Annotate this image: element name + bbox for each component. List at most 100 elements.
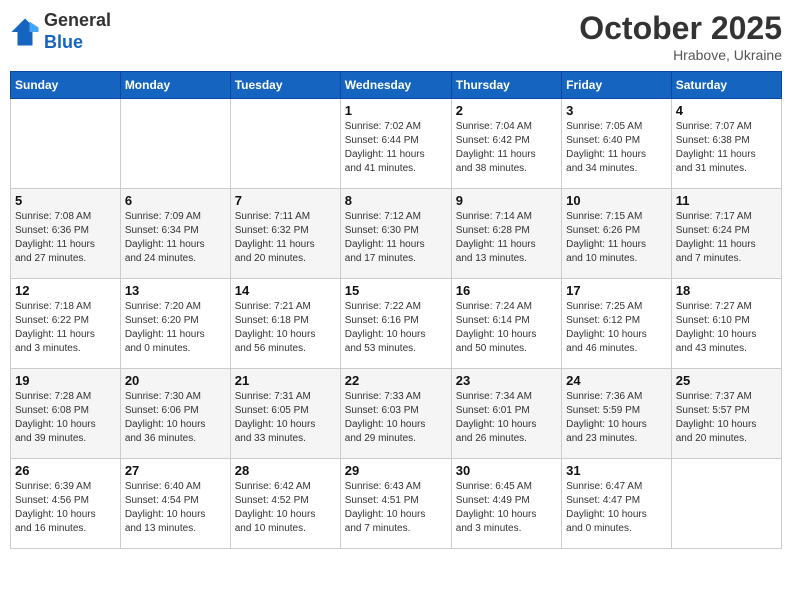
- day-info: Sunrise: 7:34 AM Sunset: 6:01 PM Dayligh…: [456, 390, 557, 446]
- day-info: Sunrise: 7:22 AM Sunset: 6:16 PM Dayligh…: [345, 300, 447, 356]
- calendar-cell: 20 Sunrise: 7:30 AM Sunset: 6:06 PM Dayli…: [120, 369, 230, 459]
- location-subtitle: Hrabove, Ukraine: [579, 47, 782, 63]
- calendar-cell: 8 Sunrise: 7:12 AM Sunset: 6:30 PM Daylig…: [340, 189, 451, 279]
- calendar-cell: 2Sunrise: 7:04 AM Sunset: 6:42 PM Daylig…: [451, 99, 561, 189]
- day-number: 14: [235, 283, 336, 298]
- day-number: 1: [345, 103, 447, 118]
- day-info: Sunrise: 7:02 AM Sunset: 6:44 PM Dayligh…: [345, 120, 447, 176]
- day-info: Sunrise: 6:39 AM Sunset: 4:56 PM Dayligh…: [15, 480, 116, 536]
- calendar-cell: 11 Sunrise: 7:17 AM Sunset: 6:24 PM Dayli…: [671, 189, 781, 279]
- calendar-cell: [11, 99, 121, 189]
- calendar-cell: 17 Sunrise: 7:25 AM Sunset: 6:12 PM Dayli…: [562, 279, 672, 369]
- day-number: 27: [125, 463, 226, 478]
- calendar-week-row: 5 Sunrise: 7:08 AM Sunset: 6:36 PM Daylig…: [11, 189, 782, 279]
- day-number: 19: [15, 373, 116, 388]
- day-of-week-header: Wednesday: [340, 72, 451, 99]
- day-of-week-header: Sunday: [11, 72, 121, 99]
- day-number: 4: [676, 103, 777, 118]
- day-info: Sunrise: 7:33 AM Sunset: 6:03 PM Dayligh…: [345, 390, 447, 446]
- day-of-week-header: Friday: [562, 72, 672, 99]
- title-block: October 2025 Hrabove, Ukraine: [579, 10, 782, 63]
- day-info: Sunrise: 7:31 AM Sunset: 6:05 PM Dayligh…: [235, 390, 336, 446]
- calendar-cell: 25Sunrise: 7:37 AM Sunset: 5:57 PM Dayli…: [671, 369, 781, 459]
- day-number: 24: [566, 373, 667, 388]
- calendar-cell: 12Sunrise: 7:18 AM Sunset: 6:22 PM Dayli…: [11, 279, 121, 369]
- day-info: Sunrise: 7:25 AM Sunset: 6:12 PM Dayligh…: [566, 300, 667, 356]
- logo-general-text: General: [44, 10, 111, 32]
- day-info: Sunrise: 6:43 AM Sunset: 4:51 PM Dayligh…: [345, 480, 447, 536]
- day-info: Sunrise: 7:30 AM Sunset: 6:06 PM Dayligh…: [125, 390, 226, 446]
- day-number: 9: [456, 193, 557, 208]
- calendar-cell: 22 Sunrise: 7:33 AM Sunset: 6:03 PM Dayli…: [340, 369, 451, 459]
- calendar-cell: 10Sunrise: 7:15 AM Sunset: 6:26 PM Dayli…: [562, 189, 672, 279]
- day-number: 17: [566, 283, 667, 298]
- calendar-cell: 23Sunrise: 7:34 AM Sunset: 6:01 PM Dayli…: [451, 369, 561, 459]
- day-of-week-header: Tuesday: [230, 72, 340, 99]
- calendar-cell: 16 Sunrise: 7:24 AM Sunset: 6:14 PM Dayli…: [451, 279, 561, 369]
- calendar-cell: 31Sunrise: 6:47 AM Sunset: 4:47 PM Dayli…: [562, 459, 672, 549]
- logo: General Blue: [10, 10, 111, 53]
- calendar-cell: 5 Sunrise: 7:08 AM Sunset: 6:36 PM Daylig…: [11, 189, 121, 279]
- calendar-cell: 9 Sunrise: 7:14 AM Sunset: 6:28 PM Daylig…: [451, 189, 561, 279]
- day-number: 12: [15, 283, 116, 298]
- day-info: Sunrise: 7:20 AM Sunset: 6:20 PM Dayligh…: [125, 300, 226, 356]
- day-number: 5: [15, 193, 116, 208]
- logo-text: General Blue: [44, 10, 111, 53]
- calendar-cell: 27Sunrise: 6:40 AM Sunset: 4:54 PM Dayli…: [120, 459, 230, 549]
- logo-blue-text: Blue: [44, 32, 111, 54]
- day-info: Sunrise: 7:24 AM Sunset: 6:14 PM Dayligh…: [456, 300, 557, 356]
- calendar-cell: [120, 99, 230, 189]
- calendar-cell: [671, 459, 781, 549]
- calendar-cell: 19 Sunrise: 7:28 AM Sunset: 6:08 PM Dayli…: [11, 369, 121, 459]
- calendar-week-row: 26 Sunrise: 6:39 AM Sunset: 4:56 PM Dayli…: [11, 459, 782, 549]
- day-number: 16: [456, 283, 557, 298]
- calendar-cell: 4Sunrise: 7:07 AM Sunset: 6:38 PM Daylig…: [671, 99, 781, 189]
- day-number: 26: [15, 463, 116, 478]
- logo-icon: [10, 17, 40, 47]
- calendar-cell: 30 Sunrise: 6:45 AM Sunset: 4:49 PM Dayli…: [451, 459, 561, 549]
- calendar-week-row: 1 Sunrise: 7:02 AM Sunset: 6:44 PM Daylig…: [11, 99, 782, 189]
- calendar-cell: 3Sunrise: 7:05 AM Sunset: 6:40 PM Daylig…: [562, 99, 672, 189]
- day-info: Sunrise: 7:36 AM Sunset: 5:59 PM Dayligh…: [566, 390, 667, 446]
- day-info: Sunrise: 7:11 AM Sunset: 6:32 PM Dayligh…: [235, 210, 336, 266]
- day-info: Sunrise: 7:12 AM Sunset: 6:30 PM Dayligh…: [345, 210, 447, 266]
- day-number: 8: [345, 193, 447, 208]
- day-number: 13: [125, 283, 226, 298]
- day-info: Sunrise: 7:21 AM Sunset: 6:18 PM Dayligh…: [235, 300, 336, 356]
- day-info: Sunrise: 7:14 AM Sunset: 6:28 PM Dayligh…: [456, 210, 557, 266]
- day-info: Sunrise: 7:08 AM Sunset: 6:36 PM Dayligh…: [15, 210, 116, 266]
- calendar-cell: 21 Sunrise: 7:31 AM Sunset: 6:05 PM Dayli…: [230, 369, 340, 459]
- page-header: General Blue October 2025 Hrabove, Ukrai…: [10, 10, 782, 63]
- day-number: 18: [676, 283, 777, 298]
- day-number: 29: [345, 463, 447, 478]
- calendar-cell: 15 Sunrise: 7:22 AM Sunset: 6:16 PM Dayli…: [340, 279, 451, 369]
- calendar-cell: 18 Sunrise: 7:27 AM Sunset: 6:10 PM Dayli…: [671, 279, 781, 369]
- calendar-table: SundayMondayTuesdayWednesdayThursdayFrid…: [10, 71, 782, 549]
- day-header-row: SundayMondayTuesdayWednesdayThursdayFrid…: [11, 72, 782, 99]
- calendar-week-row: 19 Sunrise: 7:28 AM Sunset: 6:08 PM Dayli…: [11, 369, 782, 459]
- calendar-cell: 13 Sunrise: 7:20 AM Sunset: 6:20 PM Dayli…: [120, 279, 230, 369]
- day-info: Sunrise: 7:05 AM Sunset: 6:40 PM Dayligh…: [566, 120, 667, 176]
- day-number: 2: [456, 103, 557, 118]
- day-info: Sunrise: 6:45 AM Sunset: 4:49 PM Dayligh…: [456, 480, 557, 536]
- day-of-week-header: Monday: [120, 72, 230, 99]
- day-info: Sunrise: 7:09 AM Sunset: 6:34 PM Dayligh…: [125, 210, 226, 266]
- calendar-cell: 6 Sunrise: 7:09 AM Sunset: 6:34 PM Daylig…: [120, 189, 230, 279]
- day-info: Sunrise: 7:27 AM Sunset: 6:10 PM Dayligh…: [676, 300, 777, 356]
- day-info: Sunrise: 7:17 AM Sunset: 6:24 PM Dayligh…: [676, 210, 777, 266]
- calendar-cell: 24 Sunrise: 7:36 AM Sunset: 5:59 PM Dayli…: [562, 369, 672, 459]
- day-info: Sunrise: 7:28 AM Sunset: 6:08 PM Dayligh…: [15, 390, 116, 446]
- calendar-cell: 29 Sunrise: 6:43 AM Sunset: 4:51 PM Dayli…: [340, 459, 451, 549]
- calendar-cell: 14 Sunrise: 7:21 AM Sunset: 6:18 PM Dayli…: [230, 279, 340, 369]
- day-number: 15: [345, 283, 447, 298]
- day-of-week-header: Thursday: [451, 72, 561, 99]
- day-number: 20: [125, 373, 226, 388]
- day-number: 21: [235, 373, 336, 388]
- day-number: 6: [125, 193, 226, 208]
- calendar-cell: 28Sunrise: 6:42 AM Sunset: 4:52 PM Dayli…: [230, 459, 340, 549]
- day-number: 10: [566, 193, 667, 208]
- day-info: Sunrise: 6:47 AM Sunset: 4:47 PM Dayligh…: [566, 480, 667, 536]
- day-number: 30: [456, 463, 557, 478]
- day-number: 11: [676, 193, 777, 208]
- day-number: 22: [345, 373, 447, 388]
